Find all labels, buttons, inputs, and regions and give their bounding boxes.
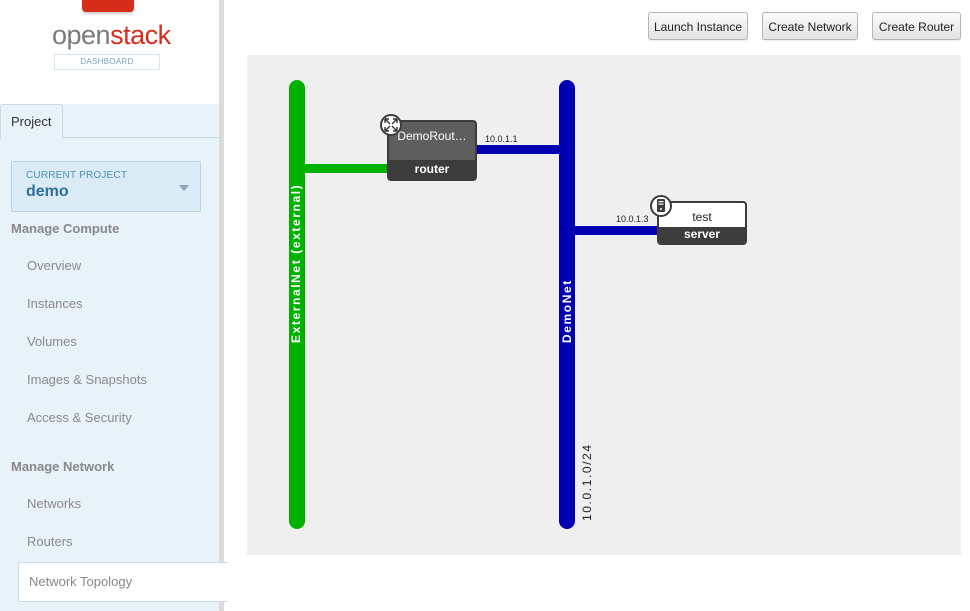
link-demonet-server	[575, 226, 659, 235]
network-label-demonet[interactable]: DemoNet	[560, 279, 574, 343]
chevron-down-icon	[179, 185, 189, 191]
create-network-button[interactable]: Create Network	[762, 12, 858, 40]
server-icon	[650, 195, 672, 217]
current-project-label: CURRENT PROJECT	[26, 170, 128, 181]
server-type-label: server	[659, 227, 745, 243]
current-project-value: demo	[26, 183, 69, 200]
tab-project[interactable]: Project	[0, 104, 63, 139]
sidebar-item-routers[interactable]: Routers	[27, 534, 73, 549]
subnet-label-demonet: 10.0.1.0/24	[580, 443, 594, 521]
create-router-button[interactable]: Create Router	[872, 12, 961, 40]
sidebar-item-network-topology[interactable]: Network Topology	[18, 562, 228, 602]
brand-name-part2: stack	[110, 20, 171, 50]
router-name: DemoRout…	[397, 129, 467, 143]
openstack-logo-icon	[82, 0, 134, 12]
topology-graph	[289, 80, 659, 529]
brand-logo[interactable]: openstack	[52, 18, 171, 52]
router-expand-icon[interactable]	[380, 114, 402, 136]
link-externalnet-router	[305, 164, 389, 173]
sidebar-item-overview[interactable]: Overview	[27, 258, 81, 273]
tab-divider	[62, 137, 220, 138]
section-heading-compute: Manage Compute	[11, 221, 120, 236]
brand-subtitle: DASHBOARD	[54, 54, 160, 70]
sidebar: openstack DASHBOARD Project CURRENT PROJ…	[0, 0, 224, 611]
network-label-externalnet[interactable]: ExternalNet (external)	[289, 184, 303, 343]
app-window: openstack DASHBOARD Project CURRENT PROJ…	[0, 0, 970, 611]
brand-area: openstack DASHBOARD	[0, 0, 220, 104]
link-router-demonet	[476, 145, 560, 154]
sidebar-item-networks[interactable]: Networks	[27, 496, 81, 511]
router-type-label: router	[389, 160, 475, 179]
sidebar-item-access-security[interactable]: Access & Security	[27, 410, 132, 425]
section-heading-network: Manage Network	[11, 459, 115, 474]
network-topology-canvas: ExternalNet (external) DemoNet 10.0.1.0/…	[247, 55, 961, 555]
sidebar-divider	[219, 0, 224, 611]
server-name: test	[692, 210, 712, 224]
sidebar-item-instances[interactable]: Instances	[27, 296, 83, 311]
sidebar-item-images-snapshots[interactable]: Images & Snapshots	[27, 372, 147, 387]
current-project-selector[interactable]: CURRENT PROJECT demo	[11, 161, 201, 212]
brand-name-part1: open	[52, 20, 111, 50]
sidebar-item-volumes[interactable]: Volumes	[27, 334, 77, 349]
launch-instance-button[interactable]: Launch Instance	[648, 12, 748, 40]
router-ip-label: 10.0.1.1	[485, 134, 518, 144]
server-ip-label: 10.0.1.3	[616, 214, 649, 224]
